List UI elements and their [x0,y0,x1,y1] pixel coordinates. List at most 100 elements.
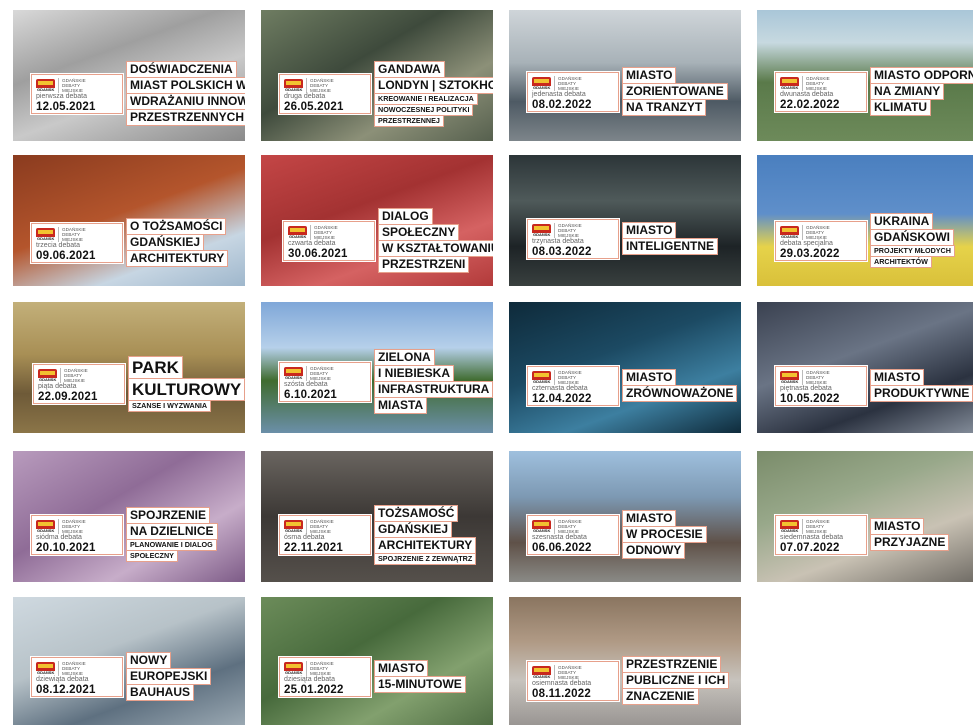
debate-info-box: GDAŃSK GDAŃSKIE DEBATY MIEJSKIE czternasta d… [527,366,619,406]
logo-text: GDAŃSKIE DEBATY MIEJSKIE [58,78,86,93]
debate-title-line: GDAŃSKIEJ [374,520,453,538]
logo-text: GDAŃSKIE DEBATY MIEJSKIE [58,661,86,676]
debate-title-line: W PROCESIE [622,526,707,543]
debate-title-line: I NIEBIESKA [374,365,455,382]
logo-text: GDAŃSKIE DEBATY MIEJSKIE [310,225,338,240]
debate-label: GDAŃSK GDAŃSKIE DEBATY MIEJSKIE trzynasta de… [527,219,719,259]
debate-date: 08.11.2022 [532,688,591,700]
debate-date: 12.04.2022 [532,393,592,405]
debate-label: GDAŃSK GDAŃSKIE DEBATY MIEJSKIE siódma debat… [31,507,218,562]
logo-text: GDAŃSKIE DEBATY MIEJSKIE [306,519,334,534]
debate-number: dziewiąta debata [36,676,89,683]
debate-title: MIASTO ZORIENTOWANE NA TRANZYT [622,67,728,116]
gdansk-crest-icon: GDAŃSK [288,226,307,239]
logo-text: GDAŃSKIE DEBATY MIEJSKIE [554,665,582,680]
debate-title-line: BAUHAUS [126,684,194,701]
debate-info-box: GDAŃSK GDAŃSKIE DEBATY MIEJSKIE druga debata… [279,74,371,114]
debate-tile[interactable]: GDAŃSK GDAŃSKIE DEBATY MIEJSKIE siedemnasta … [757,451,973,582]
debate-info-box: GDAŃSK GDAŃSKIE DEBATY MIEJSKIE osiemnasta d… [527,661,619,701]
debate-title-line: MIASTA [374,397,428,414]
debate-tile[interactable]: GDAŃSK GDAŃSKIE DEBATY MIEJSKIE druga debata… [261,10,493,141]
gdansk-crest-icon: GDAŃSK [284,79,303,92]
debate-date: 26.05.2021 [284,101,344,113]
debate-title-line: GDAŃSKOWI [870,229,954,246]
debate-number: siódma debata [36,534,82,541]
debate-title-line: NA DZIELNICE [126,523,218,540]
debate-number: szesnasta debata [532,534,587,541]
debate-tile[interactable]: GDAŃSK GDAŃSKIE DEBATY MIEJSKIE jedenasta de… [509,10,741,141]
debate-number: druga debata [284,93,326,100]
debate-tile[interactable]: GDAŃSK GDAŃSKIE DEBATY MIEJSKIE dziesiąta de… [261,597,493,725]
debate-title-line: MIASTO [374,660,429,677]
debate-label: GDAŃSK GDAŃSKIE DEBATY MIEJSKIE piąta debata… [33,355,245,412]
debate-title-line: MIAST POLSKICH WE [126,77,245,94]
debate-info-box: GDAŃSK GDAŃSKIE DEBATY MIEJSKIE dziesiąta de… [279,657,371,697]
debate-tile[interactable]: GDAŃSK GDAŃSKIE DEBATY MIEJSKIE dwunasta deb… [757,10,973,141]
gdansk-crest-icon: GDAŃSK [532,371,551,384]
debate-title: NOWY EUROPEJSKI BAUHAUS [126,652,212,701]
debate-title-line: ZNACZENIE [622,688,699,705]
logo-text: GDAŃSKIE DEBATY MIEJSKIE [306,661,334,676]
debate-tile[interactable]: GDAŃSK GDAŃSKIE DEBATY MIEJSKIE piętnasta de… [757,302,973,433]
gdansk-crest-icon: GDAŃSK [284,662,303,675]
debate-title-line: INFRASTRUKTURA [374,381,493,398]
debate-date: 10.05.2022 [780,393,840,405]
gdansk-crest-icon: GDAŃSK [36,662,55,675]
gdansk-logo: GDAŃSK GDAŃSKIE DEBATY MIEJSKIE [780,519,862,534]
debate-title: DOŚWIADCZENIA MIAST POLSKICH WE WDRAŻANIU … [126,61,245,126]
debate-date: 08.02.2022 [532,99,592,111]
debate-subtitle-line: PRZESTRZENNEJ [374,114,444,127]
debate-tile[interactable]: GDAŃSK GDAŃSKIE DEBATY MIEJSKIE trzynasta de… [509,155,741,286]
debate-tile[interactable]: GDAŃSK GDAŃSKIE DEBATY MIEJSKIE szósta debat… [261,302,493,433]
debate-tile[interactable]: GDAŃSK GDAŃSKIE DEBATY MIEJSKIE dziewiąta de… [13,597,245,725]
debate-label: GDAŃSK GDAŃSKIE DEBATY MIEJSKIE dziewiąta de… [31,652,212,701]
debate-title: MIASTO ODPORNENA ZMIANYKLIMATU [870,67,973,116]
debate-title: UKRAINA GDAŃSKOWI PROJEKTY MŁODYCH ARCHITEK… [870,213,955,268]
debate-tile[interactable]: GDAŃSK GDAŃSKIE DEBATY MIEJSKIE piąta debata… [13,302,245,433]
debate-title: PRZESTRZENIE PUBLICZNE I ICH ZNACZENIE [622,656,730,705]
debate-tile[interactable]: GDAŃSK GDAŃSKIE DEBATY MIEJSKIE szesnasta de… [509,451,741,582]
debate-title-line: MIASTO [622,67,677,84]
debate-title: MIASTO PRODUKTYWNE [870,366,973,406]
debate-title-line: GANDAWA [374,60,445,78]
gdansk-crest-icon: GDAŃSK [780,77,799,90]
gdansk-logo: GDAŃSK GDAŃSKIE DEBATY MIEJSKIE [532,519,614,534]
debate-info-box: GDAŃSK GDAŃSKIE DEBATY MIEJSKIE siódma debat… [31,515,123,555]
debate-label: GDAŃSK GDAŃSKIE DEBATY MIEJSKIE dwunasta deb… [775,67,973,116]
debate-title-line: ZRÓWNOWAŻONE [622,385,738,402]
debate-title: MIASTO W PROCESIE ODNOWY [622,510,707,559]
gdansk-crest-icon: GDAŃSK [780,520,799,533]
debate-title-line: KLIMATU [870,99,932,116]
debate-tile[interactable]: GDAŃSK GDAŃSKIE DEBATY MIEJSKIE siódma debat… [13,451,245,582]
debate-title-line: WDRAŻANIU INNOWACJI [126,93,245,110]
debate-title-line: TOŻSAMOŚĆ [374,504,459,522]
debate-title-line: ARCHITEKTURY [374,536,477,554]
gdansk-logo: GDAŃSK GDAŃSKIE DEBATY MIEJSKIE [36,661,118,676]
debate-info-box: GDAŃSK GDAŃSKIE DEBATY MIEJSKIE dziewiąta de… [31,657,123,697]
debate-title: DIALOG SPOŁECZNY W KSZTAŁTOWANIU PRZESTRZEN… [378,208,493,273]
debate-tile[interactable]: GDAŃSK GDAŃSKIE DEBATY MIEJSKIE czternasta d… [509,302,741,433]
debate-number: czternasta debata [532,385,588,392]
gdansk-logo: GDAŃSK GDAŃSKIE DEBATY MIEJSKIE [38,368,120,383]
debate-tile[interactable]: GDAŃSK GDAŃSKIE DEBATY MIEJSKIE czwarta deba… [261,155,493,286]
debate-title-line: PRZYJAZNE [870,534,950,551]
debate-label: GDAŃSK GDAŃSKIE DEBATY MIEJSKIE trzecia deba… [31,218,229,267]
debate-tile[interactable]: GDAŃSK GDAŃSKIE DEBATY MIEJSKIE trzecia deba… [13,155,245,286]
gdansk-crest-icon: GDAŃSK [36,520,55,533]
debate-tile[interactable]: GDAŃSK GDAŃSKIE DEBATY MIEJSKIE ósma debata 2… [261,451,493,582]
gdansk-crest-icon: GDAŃSK [532,224,551,237]
debate-tile[interactable]: GDAŃSK GDAŃSKIE DEBATY MIEJSKIE osiemnasta d… [509,597,741,725]
debate-number: osiemnasta debata [532,680,592,687]
debate-tile[interactable]: GDAŃSK GDAŃSKIE DEBATY MIEJSKIE debata specj… [757,155,973,286]
debate-label: GDAŃSK GDAŃSKIE DEBATY MIEJSKIE czternasta d… [527,366,738,406]
gdansk-logo: GDAŃSK GDAŃSKIE DEBATY MIEJSKIE [284,519,366,534]
gdansk-logo: GDAŃSK GDAŃSKIE DEBATY MIEJSKIE [780,370,862,385]
debate-title-line: ZIELONA [374,349,435,366]
debate-title: MIASTO INTELIGENTNE [622,219,719,259]
debate-info-box: GDAŃSK GDAŃSKIE DEBATY MIEJSKIE szósta debat… [279,362,371,402]
gdansk-logo: GDAŃSK GDAŃSKIE DEBATY MIEJSKIE [284,661,366,676]
debate-title-line: UKRAINA [870,213,934,230]
debate-title-line: ARCHITEKTURY [126,250,229,267]
debate-title-line: LONDYN | SZTOKHOLM [374,76,493,94]
debate-tile[interactable]: GDAŃSK GDAŃSKIE DEBATY MIEJSKIE pierwsza deb… [13,10,245,141]
